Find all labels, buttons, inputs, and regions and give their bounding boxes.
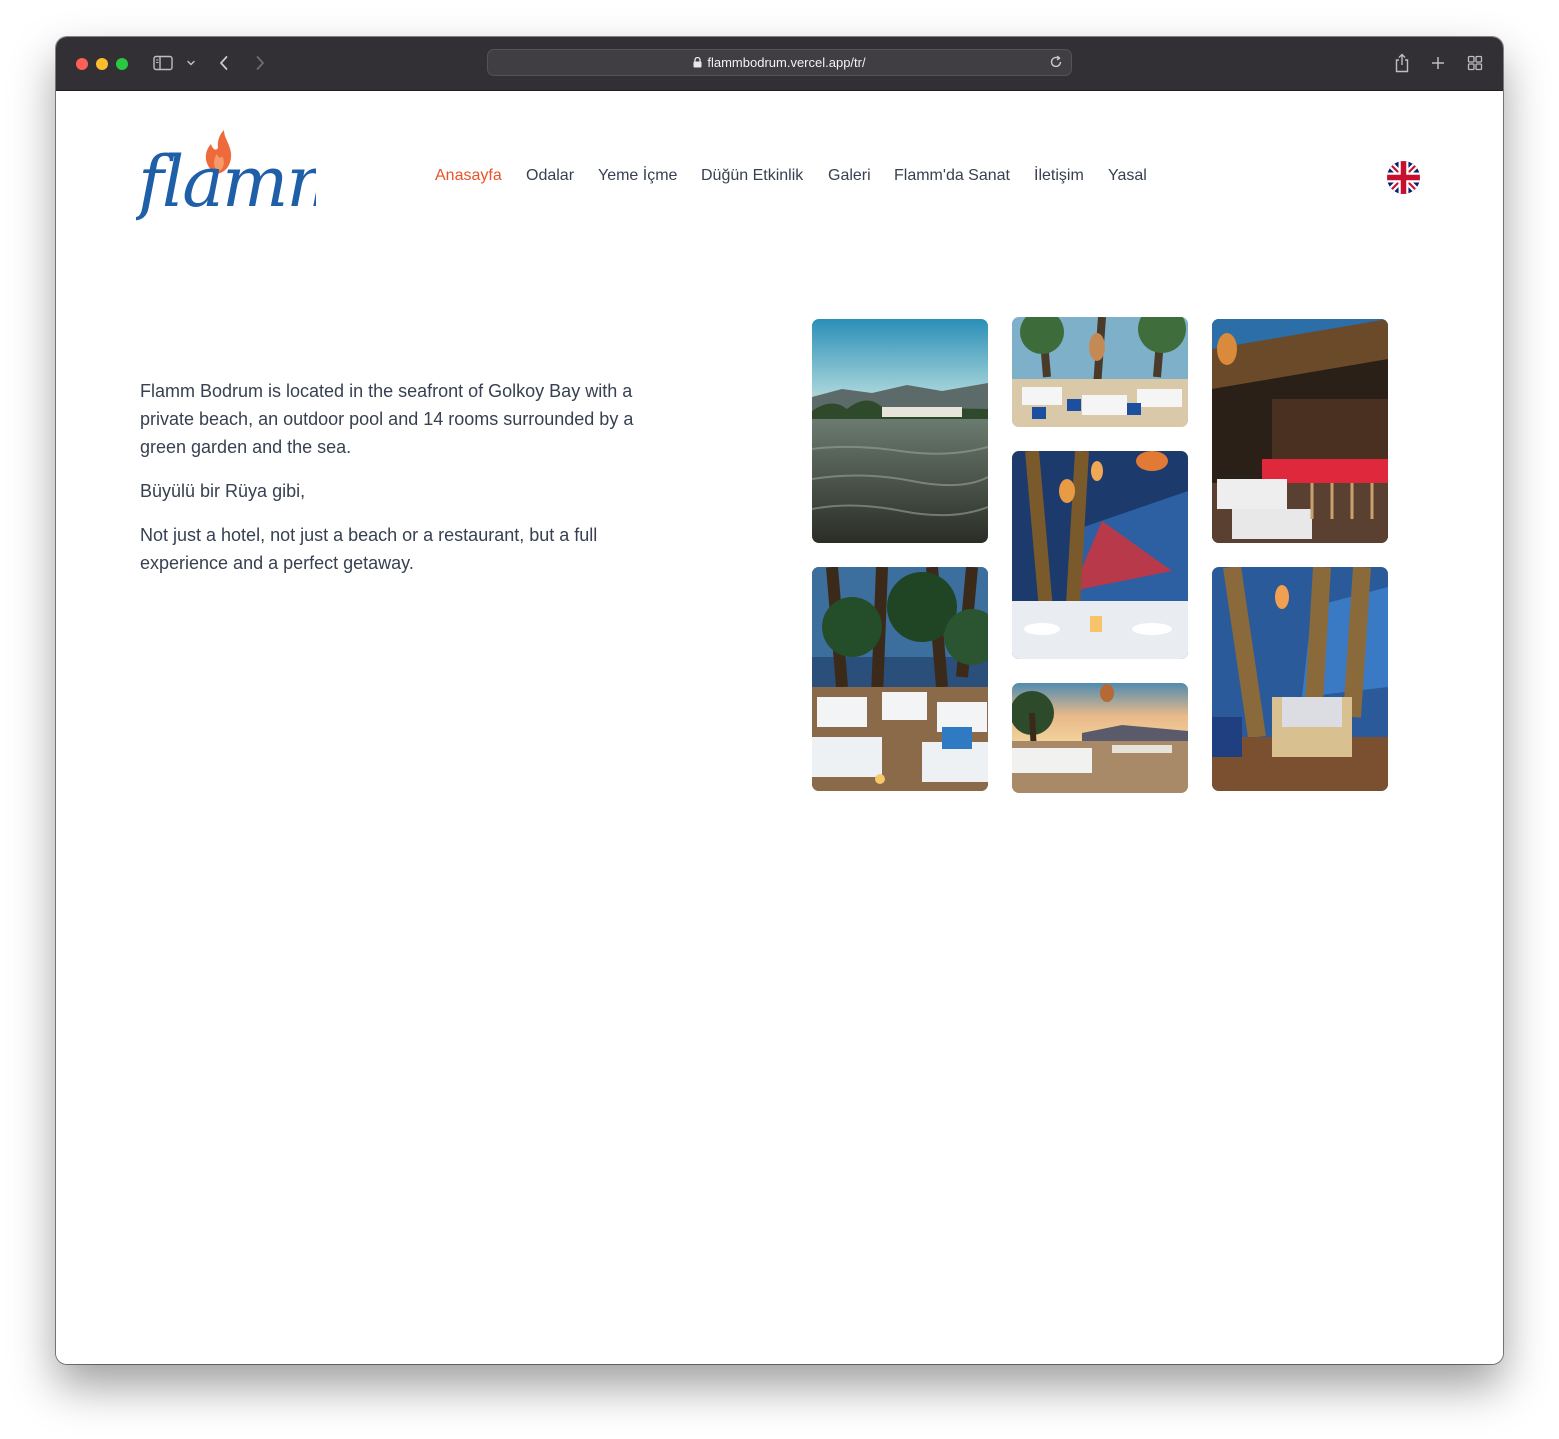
sidebar-toggle-icon[interactable] <box>152 52 174 74</box>
gallery-photo[interactable] <box>812 567 988 791</box>
nav-item-anasayfa[interactable]: Anasayfa <box>435 167 502 185</box>
browser-toolbar: flammbodrum.vercel.app/tr/ <box>56 37 1503 91</box>
zoom-window-button[interactable] <box>116 58 128 70</box>
page-content: flamm Anasayfa Odalar Yeme İçme Düğün Et… <box>56 91 1503 1364</box>
gallery-photo[interactable] <box>1212 319 1388 543</box>
svg-text:flamm: flamm <box>136 141 316 223</box>
intro-paragraph: Not just a hotel, not just a beach or a … <box>140 525 598 573</box>
gallery-photo[interactable] <box>1012 317 1188 427</box>
bar-night-image <box>1212 319 1388 543</box>
browser-window: flammbodrum.vercel.app/tr/ flamm Anasayf… <box>56 37 1503 1364</box>
gallery-photo[interactable] <box>1012 451 1188 659</box>
nav-item-dugun-etkinlik[interactable]: Düğün Etkinlik <box>701 167 803 185</box>
palm-lanterns-dining-image <box>1012 451 1188 659</box>
gallery-photo[interactable] <box>812 319 988 543</box>
uk-flag-icon[interactable] <box>1387 161 1420 194</box>
nav-item-odalar[interactable]: Odalar <box>526 167 574 185</box>
new-tab-icon[interactable] <box>1428 52 1448 74</box>
nav-item-galeri[interactable]: Galeri <box>828 167 871 185</box>
tab-overview-icon[interactable] <box>1465 52 1485 74</box>
beach-dining-palms-image <box>1012 317 1188 427</box>
forward-icon[interactable] <box>252 52 268 74</box>
minimize-window-button[interactable] <box>96 58 108 70</box>
lock-icon <box>693 57 702 68</box>
flamm-logo[interactable]: flamm <box>133 126 353 236</box>
intro-tagline: Büyülü bir Rüya gibi, <box>140 481 306 501</box>
flame-logo-icon: flamm <box>133 130 353 223</box>
nav-item-yasal[interactable]: Yasal <box>1108 167 1147 185</box>
dining-tables-evening-image <box>812 567 988 791</box>
nav-item-iletisim[interactable]: İletişim <box>1034 167 1084 185</box>
sunset-beach-tables-image <box>1012 683 1188 793</box>
share-icon[interactable] <box>1392 52 1412 74</box>
address-bar[interactable]: flammbodrum.vercel.app/tr/ <box>487 49 1072 76</box>
reload-icon[interactable] <box>1049 55 1063 72</box>
url-text: flammbodrum.vercel.app/tr/ <box>707 55 866 70</box>
gallery-photo[interactable] <box>1212 567 1388 791</box>
nav-item-yeme-icme[interactable]: Yeme İçme <box>598 167 677 185</box>
lounge-palms-night-image <box>1212 567 1388 791</box>
nav-item-flamm-da-sanat[interactable]: Flamm'da Sanat <box>894 167 1010 185</box>
intro-text: Flamm Bodrum is located in the seafront … <box>140 377 650 593</box>
intro-paragraph: Flamm Bodrum is located in the seafront … <box>140 381 634 457</box>
chevron-down-icon[interactable] <box>185 52 197 74</box>
bay-sea-view-image <box>812 319 988 543</box>
back-icon[interactable] <box>216 52 232 74</box>
gallery-photo[interactable] <box>1012 683 1188 793</box>
close-window-button[interactable] <box>76 58 88 70</box>
